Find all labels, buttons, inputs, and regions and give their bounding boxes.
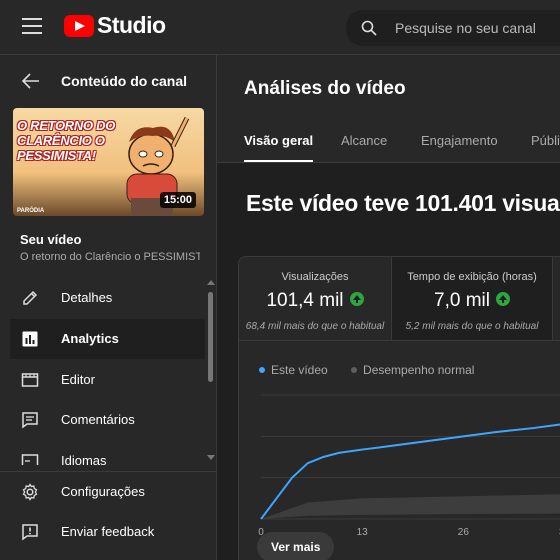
video-thumbnail[interactable]: O RETORNO DO CLARÊNCIO O PESSIMISTA! PAR… [13,108,204,216]
gear-icon [22,483,38,501]
metric-value: 7,0 mil [434,290,490,311]
sidebar-item-label: Idiomas [61,453,107,465]
sidebar-item-feedback[interactable]: Enviar feedback [10,512,205,552]
trend-up-icon [495,291,510,306]
your-video-label: Seu vídeo [20,232,82,247]
see-more-button[interactable]: Ver mais [257,532,335,560]
chart-legend: Este vídeo Desempenho normal [259,363,494,377]
youtube-play-icon [64,14,94,37]
video-title: O retorno do Clarêncio o PESSIMISTA! [20,251,200,263]
sidebar-item-analytics[interactable]: Analytics [10,319,205,359]
youtube-studio-logo[interactable]: Studio [64,12,166,39]
overview-card: Visualizações 101,4 mil 68,4 mil mais do… [238,256,560,560]
sidebar-item-label: Configurações [61,484,145,499]
x-tick-label: 26 [458,527,470,538]
sidebar-item-editor[interactable]: Editor [10,360,205,400]
metric-value-wrap: 7,0 mil [392,290,552,312]
search-input[interactable] [393,17,560,39]
main-content: Análises do vídeo Visão geral Alcance En… [217,55,560,560]
legend-typical: Desempenho normal [351,363,474,377]
trend-up-icon [349,291,364,306]
tab-engagement[interactable]: Engajamento [421,133,498,162]
views-metric-tab[interactable]: Visualizações 101,4 mil 68,4 mil mais do… [239,257,392,340]
pencil-icon [23,290,38,305]
metric-label: Visualizações [281,271,349,283]
legend-label: Desempenho normal [363,363,475,377]
back-label: Conteúdo do canal [61,73,187,89]
search-icon[interactable] [361,20,377,36]
video-duration: 15:00 [159,192,196,208]
logo-text: Studio [97,12,166,38]
sidebar-item-label: Analytics [61,331,119,346]
metric-comparison: 68,4 mil mais do que o habitual [245,321,385,332]
legend-this-video: Este vídeo [259,363,328,377]
legend-dot-typical [351,366,358,373]
tab-reach[interactable]: Alcance [341,133,387,162]
sidebar-item-settings[interactable]: Configurações [10,472,205,512]
scroll-down-arrow-icon[interactable] [207,455,215,460]
watch-time-metric-tab[interactable]: Tempo de exibição (horas) 7,0 mil 5,2 mi… [392,257,553,340]
metric-comparison: 5,2 mil mais do que o habitual [405,321,539,332]
thumbnail-badge: PARÓDIA [17,208,45,214]
analytics-header: Análises do vídeo Visão geral Alcance En… [217,55,560,163]
metric-label: Tempo de exibição (horas) [407,271,537,283]
sidebar: Conteúdo do canal O RETORNO DO CLARÊNCIO… [0,55,217,560]
scroll-up-arrow-icon[interactable] [207,280,215,285]
sidebar-item-languages[interactable]: Idiomas [10,441,205,465]
back-to-content-button[interactable]: Conteúdo do canal [0,55,216,107]
comments-icon [22,412,38,429]
x-tick-label: 13 [357,527,369,538]
top-bar: Studio [0,0,560,55]
tab-audience[interactable]: Públi [531,133,560,162]
divider [239,340,560,341]
sidebar-item-comments[interactable]: Comentários [10,400,205,440]
metric-value-wrap: 101,4 mil [239,290,391,312]
sidebar-item-label: Editor [61,372,95,387]
subtitles-icon [21,454,39,465]
typical-performance-band [261,494,560,519]
metric-value: 101,4 mil [266,290,344,311]
legend-dot-this-video [259,366,265,373]
legend-label: Este vídeo [271,363,328,377]
tab-overview[interactable]: Visão geral [244,133,314,162]
editor-icon [21,373,39,387]
search-box[interactable] [346,10,560,46]
sidebar-item-label: Comentários [61,412,135,427]
sidebar-scrollbar[interactable] [208,292,213,382]
page-title: Análises do vídeo [244,78,406,99]
sidebar-item-details[interactable]: Detalhes [10,278,205,318]
analytics-icon [22,331,38,347]
back-arrow-icon [22,73,39,89]
menu-icon[interactable] [22,18,42,34]
views-headline: Este vídeo teve 101.401 visual [246,190,560,216]
sidebar-item-label: Enviar feedback [61,524,155,539]
feedback-icon [22,524,38,541]
sidebar-item-label: Detalhes [61,290,113,305]
